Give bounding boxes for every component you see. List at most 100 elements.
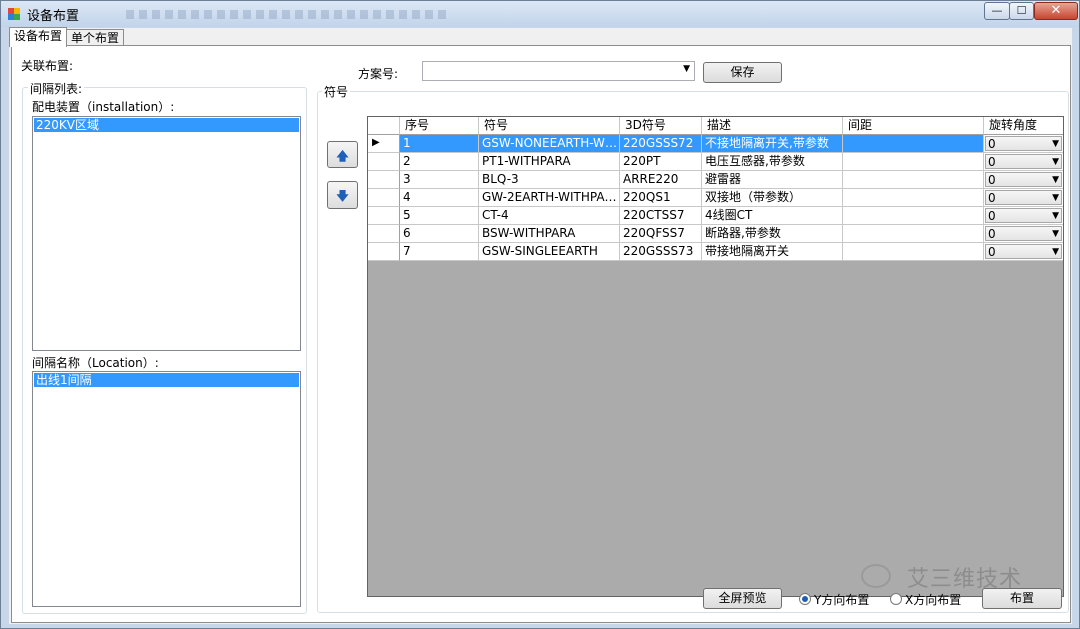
cell-3d-symbol[interactable]: 220GSSS72: [620, 135, 702, 153]
cell-description[interactable]: 4线圈CT: [702, 207, 843, 225]
cell-no[interactable]: 6: [400, 225, 479, 243]
cell-spacing[interactable]: [843, 225, 984, 243]
watermark: 艾三维技术: [861, 559, 1051, 595]
cell-description[interactable]: 电压互感器,带参数: [702, 153, 843, 171]
rotation-select[interactable]: 0 ▼: [985, 190, 1062, 205]
cell-rotation[interactable]: 0 ▼: [984, 135, 1063, 153]
cell-description[interactable]: 避雷器: [702, 171, 843, 189]
rotation-value: 0: [988, 137, 996, 151]
rotation-value: 0: [988, 191, 996, 205]
rotation-select[interactable]: 0 ▼: [985, 226, 1062, 241]
close-button[interactable]: ✕: [1034, 2, 1078, 20]
cell-spacing[interactable]: [843, 243, 984, 261]
rotation-select[interactable]: 0 ▼: [985, 172, 1062, 187]
interval-list-title: 间隔列表:: [28, 80, 85, 97]
row-header[interactable]: [368, 171, 400, 189]
column-header[interactable]: 描述: [702, 117, 843, 135]
up-arrow-icon: 🡅: [336, 149, 349, 163]
column-header[interactable]: 3D符号: [620, 117, 702, 135]
tab-single-layout[interactable]: 单个布置: [66, 29, 125, 46]
tab-equipment-layout[interactable]: 设备布置: [9, 27, 68, 47]
cell-3d-symbol[interactable]: 220CTSS7: [620, 207, 702, 225]
cell-description[interactable]: 断路器,带参数: [702, 225, 843, 243]
cell-no[interactable]: 4: [400, 189, 479, 207]
cell-no[interactable]: 2: [400, 153, 479, 171]
cell-no[interactable]: 5: [400, 207, 479, 225]
cell-no[interactable]: 7: [400, 243, 479, 261]
column-header[interactable]: 间距: [843, 117, 984, 135]
cell-3d-symbol[interactable]: 220GSSS73: [620, 243, 702, 261]
installation-listbox[interactable]: 220KV区域: [32, 116, 301, 351]
cell-symbol[interactable]: GW-2EARTH-WITHPARA: [479, 189, 620, 207]
cell-symbol[interactable]: GSW-NONEEARTH-WITHPARA: [479, 135, 620, 153]
rotation-select[interactable]: 0 ▼: [985, 244, 1062, 259]
move-up-button[interactable]: 🡅: [327, 141, 358, 168]
cell-symbol[interactable]: GSW-SINGLEEARTH: [479, 243, 620, 261]
row-header[interactable]: [368, 243, 400, 261]
cell-rotation[interactable]: 0 ▼: [984, 207, 1063, 225]
list-item[interactable]: 出线1间隔: [34, 373, 299, 387]
symbol-group-title: 符号: [322, 83, 351, 100]
cell-symbol[interactable]: BSW-WITHPARA: [479, 225, 620, 243]
cell-no[interactable]: 3: [400, 171, 479, 189]
row-header[interactable]: [368, 189, 400, 207]
tab-page: 关联布置: 间隔列表: 配电装置（installation）: 220KV区域 …: [11, 45, 1071, 623]
cell-symbol[interactable]: PT1-WITHPARA: [479, 153, 620, 171]
rotation-select[interactable]: 0 ▼: [985, 154, 1062, 169]
title-bar[interactable]: 设备布置 — ☐ ✕: [1, 1, 1079, 27]
cell-rotation[interactable]: 0 ▼: [984, 243, 1063, 261]
y-layout-radio[interactable]: [799, 593, 811, 605]
cell-3d-symbol[interactable]: 220QS1: [620, 189, 702, 207]
fullscreen-preview-button[interactable]: 全屏预览: [703, 588, 782, 609]
client-area: 设备布置 单个布置 关联布置: 间隔列表: 配电装置（installation）…: [9, 27, 1072, 624]
row-header[interactable]: [368, 225, 400, 243]
association-label: 关联布置:: [21, 59, 74, 73]
chevron-down-icon: ▼: [1052, 247, 1059, 257]
cell-symbol[interactable]: CT-4: [479, 207, 620, 225]
cell-spacing[interactable]: [843, 171, 984, 189]
cell-description[interactable]: 双接地（带参数）: [702, 189, 843, 207]
cell-description[interactable]: 不接地隔离开关,带参数: [702, 135, 843, 153]
title-bar-ghost-toolbar: [126, 10, 446, 19]
cell-spacing[interactable]: [843, 207, 984, 225]
chevron-down-icon: ▼: [1052, 175, 1059, 185]
location-label: 间隔名称（Location）:: [32, 356, 159, 370]
maximize-button[interactable]: ☐: [1009, 2, 1034, 20]
chevron-down-icon: ▼: [1052, 139, 1059, 149]
list-item[interactable]: 220KV区域: [34, 118, 299, 132]
cell-symbol[interactable]: BLQ-3: [479, 171, 620, 189]
rotation-value: 0: [988, 227, 996, 241]
column-header[interactable]: 旋转角度: [984, 117, 1063, 135]
cell-no[interactable]: 1: [400, 135, 479, 153]
move-down-button[interactable]: 🡇: [327, 181, 358, 209]
chevron-down-icon: ▼: [1052, 229, 1059, 239]
cell-rotation[interactable]: 0 ▼: [984, 171, 1063, 189]
symbol-grid[interactable]: 序号 符号 3D符号 描述 间距 旋转角度 ▶ 1 GSW-NONEEARTH-…: [367, 116, 1064, 597]
cell-spacing[interactable]: [843, 135, 984, 153]
scheme-combo[interactable]: ▼: [422, 61, 695, 81]
location-listbox[interactable]: 出线1间隔: [32, 371, 301, 607]
cell-description[interactable]: 带接地隔离开关: [702, 243, 843, 261]
cell-3d-symbol[interactable]: ARRE220: [620, 171, 702, 189]
minimize-button[interactable]: —: [984, 2, 1010, 20]
cell-3d-symbol[interactable]: 220QFSS7: [620, 225, 702, 243]
down-arrow-icon: 🡇: [336, 189, 349, 203]
cell-spacing[interactable]: [843, 153, 984, 171]
cell-rotation[interactable]: 0 ▼: [984, 153, 1063, 171]
row-header[interactable]: [368, 207, 400, 225]
save-button[interactable]: 保存: [703, 62, 782, 83]
rotation-select[interactable]: 0 ▼: [985, 136, 1062, 151]
minimize-icon: —: [991, 4, 1003, 17]
cell-spacing[interactable]: [843, 189, 984, 207]
chevron-down-icon: ▼: [1052, 211, 1059, 221]
scheme-label: 方案号:: [358, 67, 399, 81]
rotation-select[interactable]: 0 ▼: [985, 208, 1062, 223]
cell-rotation[interactable]: 0 ▼: [984, 225, 1063, 243]
row-header[interactable]: [368, 153, 400, 171]
cell-3d-symbol[interactable]: 220PT: [620, 153, 702, 171]
column-header[interactable]: 序号: [400, 117, 479, 135]
row-header[interactable]: ▶: [368, 135, 400, 153]
column-header[interactable]: 符号: [479, 117, 620, 135]
rotation-value: 0: [988, 209, 996, 223]
cell-rotation[interactable]: 0 ▼: [984, 189, 1063, 207]
